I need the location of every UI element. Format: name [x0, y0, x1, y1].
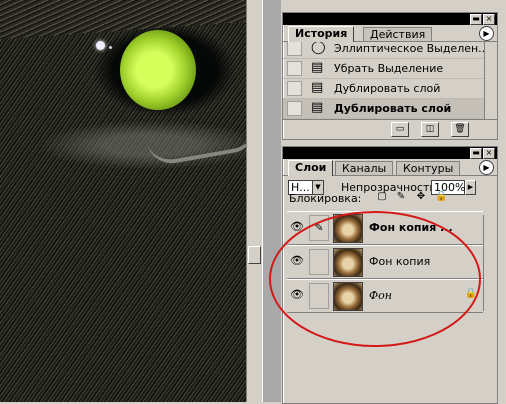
tab-actions[interactable]: Действия	[363, 27, 433, 41]
lock-image-icon[interactable]: ✎	[395, 191, 407, 203]
tab-paths[interactable]: Контуры	[396, 161, 461, 175]
close-icon[interactable]: ×	[483, 14, 495, 25]
ellipse-select-icon: ◯	[311, 42, 326, 55]
layer-name: Фон	[369, 289, 392, 302]
lock-position-icon[interactable]: ✥	[415, 191, 427, 203]
history-item[interactable]: ◯ Эллиптическое Выделен...	[283, 42, 497, 59]
layer-thumbnail	[333, 214, 363, 243]
minimize-icon[interactable]: ▬	[470, 148, 482, 159]
history-item[interactable]: ▤ Убрать Выделение	[283, 59, 497, 79]
layers-panel: ▬ × Слои Каналы Контуры ▶ Н... ▼ Непрозра…	[282, 146, 498, 404]
eye-glint-small	[109, 46, 112, 49]
history-state-icon: ▤	[311, 80, 324, 95]
new-document-from-state-icon[interactable]: ▭	[391, 122, 409, 137]
history-panel: ▬ × История Действия ▶ ◯ Эллиптическое В…	[282, 12, 498, 140]
snapshot-checkbox[interactable]	[287, 61, 302, 76]
history-item-label: Дублировать слой	[334, 102, 452, 115]
history-toolbar: ▭ ◫ 🗑	[283, 119, 497, 137]
layer-thumbnail	[333, 248, 363, 277]
lock-transparency-icon[interactable]: ▢	[376, 191, 388, 203]
history-item-label: Дублировать слой	[334, 82, 441, 95]
eyelid-fur	[0, 0, 246, 41]
history-item-label: Эллиптическое Выделен...	[334, 42, 489, 55]
layers-scrollbar[interactable]	[483, 215, 496, 311]
layer-name: Фон копия ...	[369, 221, 453, 234]
image-canvas[interactable]	[0, 0, 246, 402]
eye-icon[interactable]: 👁	[289, 220, 305, 234]
scrollbar-thumb[interactable]	[248, 246, 261, 264]
link-slot[interactable]	[309, 249, 329, 275]
layer-name: Фон копия	[369, 255, 431, 268]
panel-menu-icon[interactable]: ▶	[479, 26, 494, 41]
tab-layers[interactable]: Слои	[288, 160, 334, 176]
eye-glint	[96, 41, 105, 50]
layer-row[interactable]: 👁 ✎ Фон копия ...	[287, 211, 483, 245]
history-titlebar: ▬ ×	[283, 13, 497, 25]
tab-history[interactable]: История	[288, 26, 355, 42]
lock-all-icon[interactable]: 🔒	[435, 191, 447, 203]
canvas-scrollbar[interactable]	[246, 0, 262, 402]
history-item-active[interactable]: ▤ Дублировать слой	[283, 99, 497, 119]
eye-rim	[146, 122, 246, 168]
brush-icon[interactable]: ✎	[309, 215, 329, 241]
eye-icon[interactable]: 👁	[289, 288, 305, 302]
new-snapshot-icon[interactable]: ◫	[421, 122, 439, 137]
eye-icon[interactable]: 👁	[289, 254, 305, 268]
panel-menu-icon[interactable]: ▶	[479, 160, 494, 175]
cat-eye-iris	[120, 30, 196, 110]
snapshot-checkbox[interactable]	[287, 101, 302, 116]
history-item[interactable]: ▤ Дублировать слой	[283, 79, 497, 99]
close-icon[interactable]: ×	[483, 148, 495, 159]
lock-label: Блокировка:	[289, 192, 362, 205]
lock-row: Блокировка: ▢ ✎ ✥ 🔒	[283, 189, 493, 207]
lock-icon: 🔒	[464, 288, 477, 299]
history-scrollbar[interactable]	[484, 42, 497, 119]
history-tabs: История Действия ▶	[283, 25, 497, 42]
layer-row[interactable]: 👁 Фон 🔒	[287, 279, 483, 313]
layers-tabs: Слои Каналы Контуры ▶	[283, 159, 497, 176]
layer-thumbnail	[333, 282, 363, 311]
history-list: ◯ Эллиптическое Выделен... ▤ Убрать Выде…	[283, 42, 497, 119]
layers-titlebar: ▬ ×	[283, 147, 497, 159]
workspace-gap	[262, 0, 281, 402]
minimize-icon[interactable]: ▬	[470, 14, 482, 25]
snapshot-checkbox[interactable]	[287, 81, 302, 96]
link-slot[interactable]	[309, 283, 329, 309]
history-state-icon: ▤	[311, 60, 324, 75]
history-brush-pointer-icon: ▤	[311, 100, 324, 115]
history-item-label: Убрать Выделение	[334, 62, 444, 75]
trash-icon[interactable]: 🗑	[451, 122, 469, 137]
layer-row[interactable]: 👁 Фон копия	[287, 245, 483, 279]
tab-channels[interactable]: Каналы	[335, 161, 394, 175]
snapshot-checkbox[interactable]	[287, 42, 302, 56]
